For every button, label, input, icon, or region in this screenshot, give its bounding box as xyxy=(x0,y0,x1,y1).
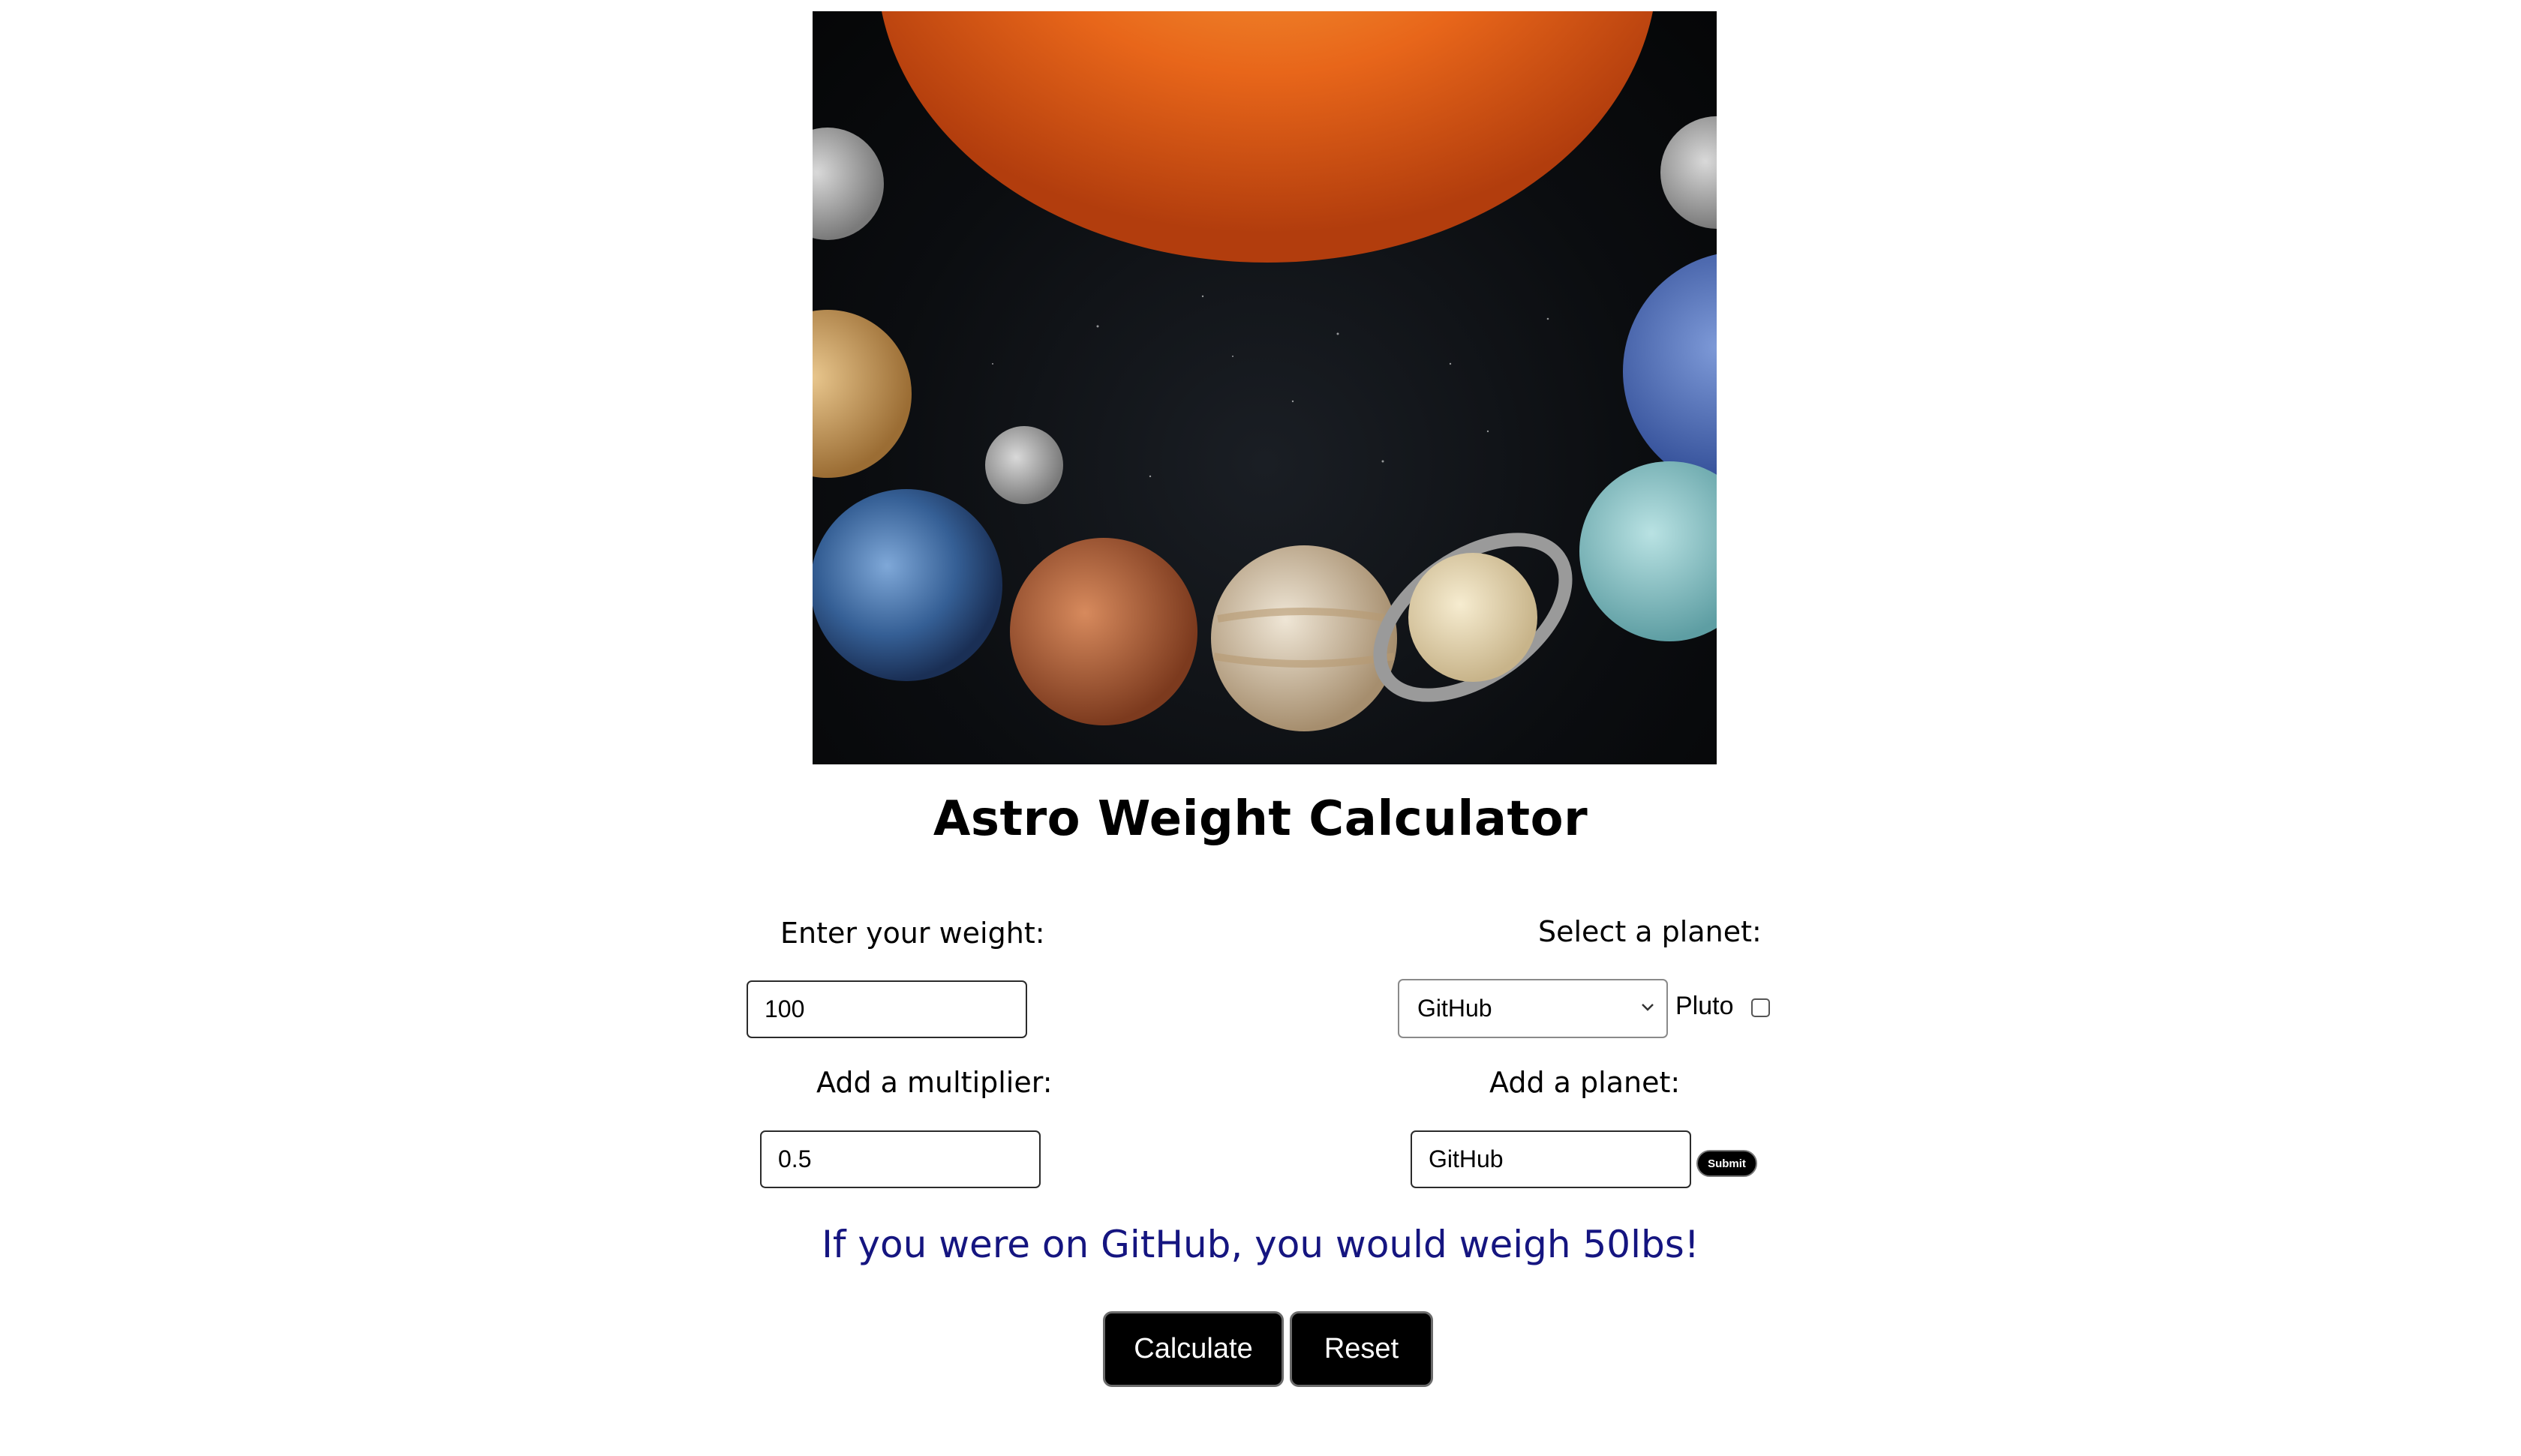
reset-button[interactable]: Reset xyxy=(1290,1311,1433,1387)
add-planet-label: Add a planet: xyxy=(1489,1066,1681,1099)
add-planet-input[interactable] xyxy=(1411,1130,1691,1188)
planet-select-value: GitHub xyxy=(1417,995,1492,1022)
select-planet-label: Select a planet: xyxy=(1538,915,1762,948)
pluto-checkbox[interactable] xyxy=(1751,998,1770,1017)
result-message: If you were on GitHub, you would weigh 5… xyxy=(822,1223,1699,1266)
planet-select[interactable]: GitHub xyxy=(1398,979,1668,1038)
multiplier-label: Add a multiplier: xyxy=(816,1066,1053,1099)
page-title: Astro Weight Calculator xyxy=(933,791,1588,847)
submit-button[interactable]: Submit xyxy=(1696,1150,1757,1177)
pluto-label: Pluto xyxy=(1675,992,1734,1020)
multiplier-input[interactable] xyxy=(760,1130,1041,1188)
solar-system-image xyxy=(813,11,1717,764)
calculate-button[interactable]: Calculate xyxy=(1103,1311,1284,1387)
weight-input[interactable] xyxy=(747,980,1027,1038)
chevron-down-icon xyxy=(1642,1004,1654,1011)
app-page: Astro Weight Calculator Enter your weigh… xyxy=(0,0,2521,1456)
weight-label: Enter your weight: xyxy=(780,917,1045,950)
